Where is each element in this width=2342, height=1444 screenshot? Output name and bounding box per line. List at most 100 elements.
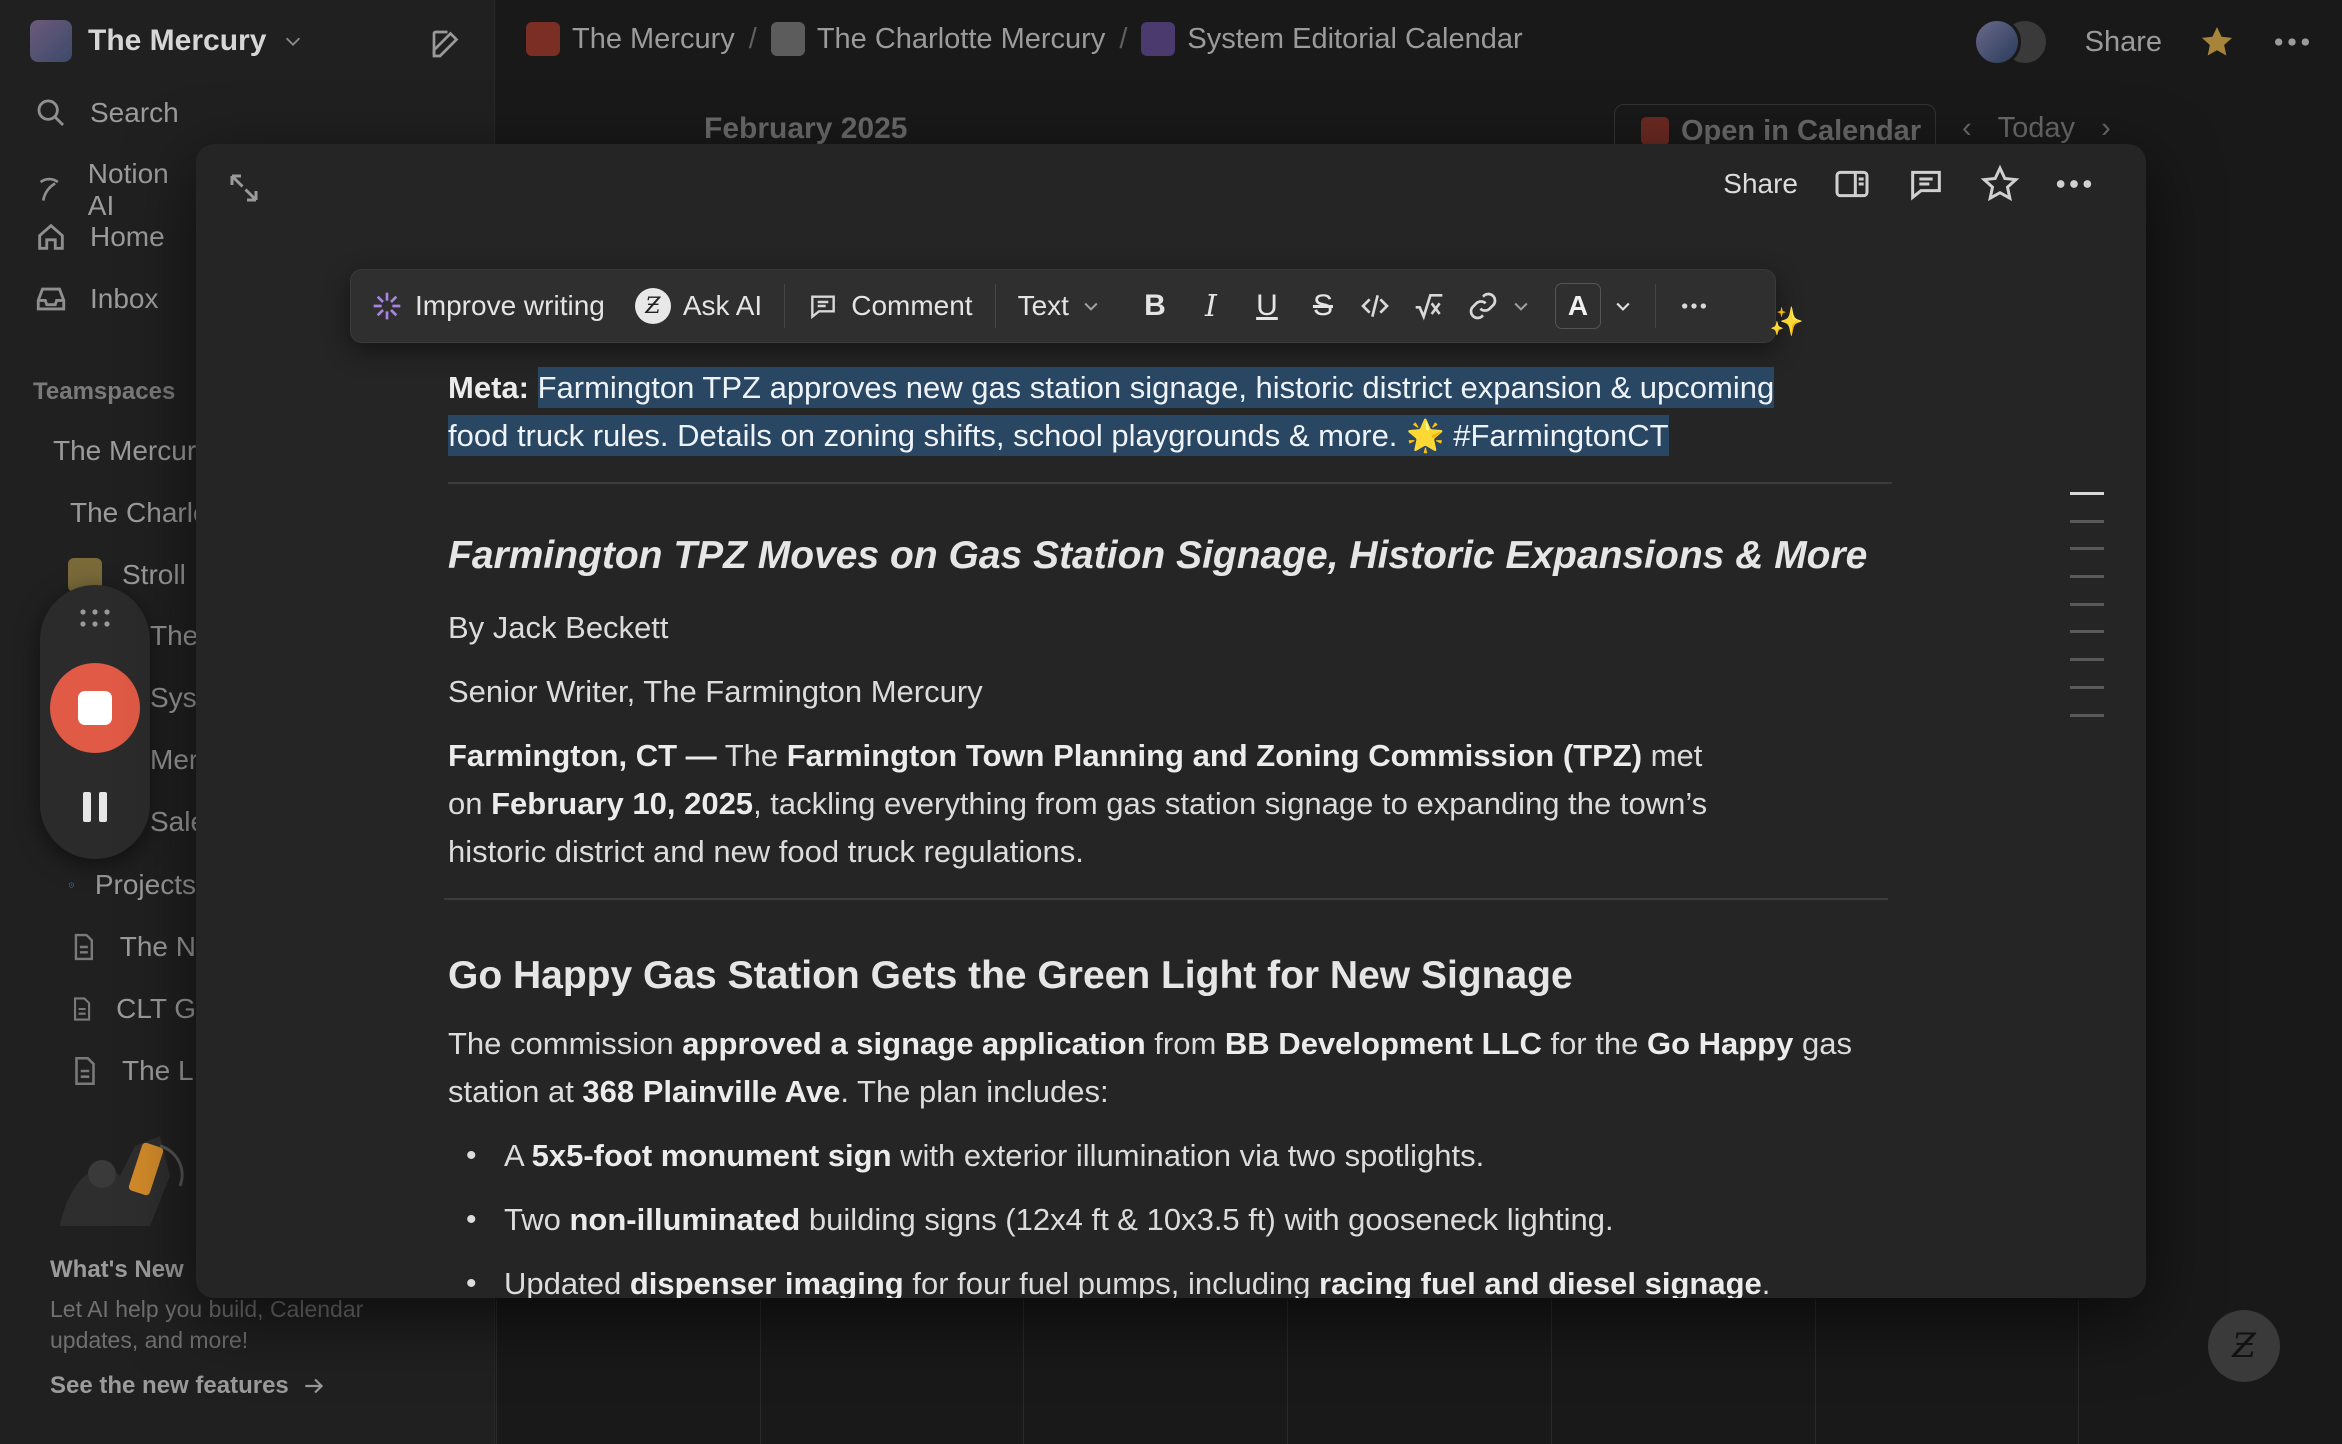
- side-peek-icon[interactable]: [1832, 164, 1872, 204]
- tree-label: Stroll: [122, 559, 186, 590]
- text-run: building signs (12x4 ft & 10x3.5 ft) wit…: [800, 1202, 1614, 1237]
- outline-mark[interactable]: [2070, 519, 2104, 523]
- nav-search[interactable]: Search: [34, 96, 179, 130]
- expand-icon[interactable]: [226, 170, 262, 206]
- tree-label: The L: [122, 1055, 194, 1086]
- outline-mark[interactable]: [2070, 575, 2104, 579]
- block-type-dropdown[interactable]: Text: [1018, 269, 1101, 343]
- nav-inbox[interactable]: Inbox: [34, 282, 159, 316]
- more-options-icon[interactable]: [2054, 164, 2094, 204]
- outline-mark[interactable]: [2070, 658, 2104, 662]
- tree-label: The Mercury: [53, 435, 198, 466]
- article-title[interactable]: Farmington TPZ Moves on Gas Station Sign…: [448, 534, 1867, 578]
- strikethrough-button[interactable]: S: [1303, 269, 1343, 343]
- meta-line-2[interactable]: food truck rules. Details on zoning shif…: [448, 412, 1669, 460]
- outline-mark[interactable]: [2070, 713, 2104, 717]
- section-heading[interactable]: Go Happy Gas Station Gets the Green Ligh…: [448, 954, 1573, 998]
- tree-label: System: [150, 682, 200, 713]
- calendar-grid: [496, 1300, 2342, 1444]
- breadcrumb-separator: /: [748, 22, 757, 55]
- outline-mark[interactable]: [2070, 685, 2104, 689]
- page-outline[interactable]: [2070, 492, 2104, 741]
- comments-icon[interactable]: [1906, 164, 1946, 204]
- intro-line-2[interactable]: on February 10, 2025, tackling everythin…: [448, 780, 1707, 828]
- tree-label: CLT G: [116, 993, 196, 1024]
- nav-notion-ai[interactable]: Notion AI: [34, 158, 194, 222]
- chevron-down-icon: [1084, 302, 1098, 311]
- author-role[interactable]: Senior Writer, The Farmington Mercury: [448, 668, 983, 716]
- tree-item-6[interactable]: Mercury: [150, 744, 200, 776]
- share-button[interactable]: Share: [2085, 26, 2162, 59]
- more-options-icon[interactable]: [2272, 22, 2312, 62]
- chevron-left-icon[interactable]: ‹: [1962, 112, 1972, 145]
- tree-label: Mercury: [150, 744, 200, 775]
- text-run: on: [448, 786, 492, 821]
- tree-item-5[interactable]: System: [150, 682, 200, 714]
- intro-line-1[interactable]: Farmington, CT — The Farmington Town Pla…: [448, 732, 1702, 780]
- outline-mark[interactable]: [2070, 492, 2104, 495]
- text-run: The: [716, 738, 787, 773]
- breadcrumb-item[interactable]: The Mercury: [572, 23, 735, 56]
- list-item[interactable]: • A 5x5-foot monument sign with exterior …: [466, 1132, 1484, 1180]
- outline-mark[interactable]: [2070, 602, 2104, 606]
- outline-mark[interactable]: [2070, 630, 2104, 634]
- comment-button[interactable]: Comment: [807, 269, 973, 343]
- bold-button[interactable]: B: [1135, 269, 1175, 343]
- tree-item-4[interactable]: The F: [150, 620, 200, 652]
- favorite-star-icon[interactable]: [2198, 23, 2236, 61]
- text-run: for the: [1541, 1026, 1647, 1061]
- ask-ai-button[interactable]: Ƶ Ask AI: [634, 269, 762, 343]
- section-para-line-1[interactable]: The commission approved a signage applic…: [448, 1020, 1852, 1068]
- byline[interactable]: By Jack Beckett: [448, 604, 669, 652]
- text-run: gas: [1793, 1026, 1852, 1061]
- modal-share-button[interactable]: Share: [1723, 168, 1798, 200]
- intro-line-3[interactable]: historic district and new food truck reg…: [448, 828, 1084, 876]
- improve-writing-button[interactable]: Improve writing: [371, 269, 605, 343]
- search-icon: [37, 99, 65, 127]
- list-item[interactable]: • Two non-illuminated building signs (12x…: [466, 1196, 1614, 1244]
- breadcrumb-item[interactable]: System Editorial Calendar: [1187, 23, 1522, 56]
- tree-item-charlotte[interactable]: The Charlotte Mercury: [50, 496, 205, 530]
- tree-item-clt[interactable]: CLT G: [68, 992, 196, 1026]
- underline-button[interactable]: U: [1247, 269, 1287, 343]
- stop-recording-button[interactable]: [50, 663, 140, 753]
- see-new-features-link[interactable]: See the new features: [50, 1372, 327, 1400]
- nav-home[interactable]: Home: [34, 220, 165, 254]
- bold-run: 368 Plainville Ave: [582, 1074, 841, 1109]
- star-icon[interactable]: [1980, 164, 2020, 204]
- list-item[interactable]: • Updated dispenser imaging for four fuel…: [466, 1260, 1770, 1298]
- projects-icon: [68, 882, 75, 888]
- text-run: The commission: [448, 1026, 683, 1061]
- calendar-month-title: February 2025: [704, 112, 908, 145]
- today-button[interactable]: Today: [1998, 112, 2075, 145]
- tree-item-the-n[interactable]: The N: [68, 930, 196, 964]
- chevron-right-icon[interactable]: ›: [2101, 112, 2111, 145]
- tree-item-projects[interactable]: Projects: [68, 868, 196, 902]
- org-name: Farmington Town Planning and Zoning Comm…: [786, 738, 1643, 773]
- chevron-down-icon: [286, 37, 301, 46]
- pause-icon[interactable]: [80, 790, 110, 824]
- document-icon: [73, 997, 91, 1021]
- whats-new-description: Let AI help you build, Calendar updates,…: [50, 1296, 364, 1353]
- tree-item-the-l[interactable]: The L: [68, 1054, 196, 1088]
- notion-ai-help-button[interactable]: Ƶ: [2208, 1310, 2280, 1382]
- equation-icon[interactable]: [1413, 290, 1445, 322]
- workspace-switcher[interactable]: The Mercury: [30, 20, 304, 62]
- new-page-icon[interactable]: [428, 26, 464, 62]
- avatar-group[interactable]: [1972, 18, 2049, 66]
- outline-mark[interactable]: [2070, 547, 2104, 551]
- tree-item-7[interactable]: Sales: [150, 806, 200, 838]
- drag-handle-icon[interactable]: [78, 607, 112, 631]
- section-para-line-2[interactable]: station at 368 Plainville Ave. The plan …: [448, 1068, 1109, 1116]
- italic-button[interactable]: I: [1191, 269, 1231, 343]
- document-icon: [75, 1056, 95, 1086]
- code-icon[interactable]: [1359, 290, 1391, 322]
- tree-item-the-mercury[interactable]: The Mercury: [33, 434, 198, 468]
- text-color-button[interactable]: A: [1554, 269, 1633, 343]
- breadcrumb-item[interactable]: The Charlotte Mercury: [817, 23, 1106, 56]
- more-options-icon[interactable]: [1678, 290, 1710, 322]
- meta-line-1[interactable]: Meta: Farmington TPZ approves new gas st…: [448, 364, 1775, 412]
- link-button[interactable]: [1467, 269, 1531, 343]
- comment-label: Comment: [851, 290, 973, 321]
- home-icon: [38, 223, 64, 250]
